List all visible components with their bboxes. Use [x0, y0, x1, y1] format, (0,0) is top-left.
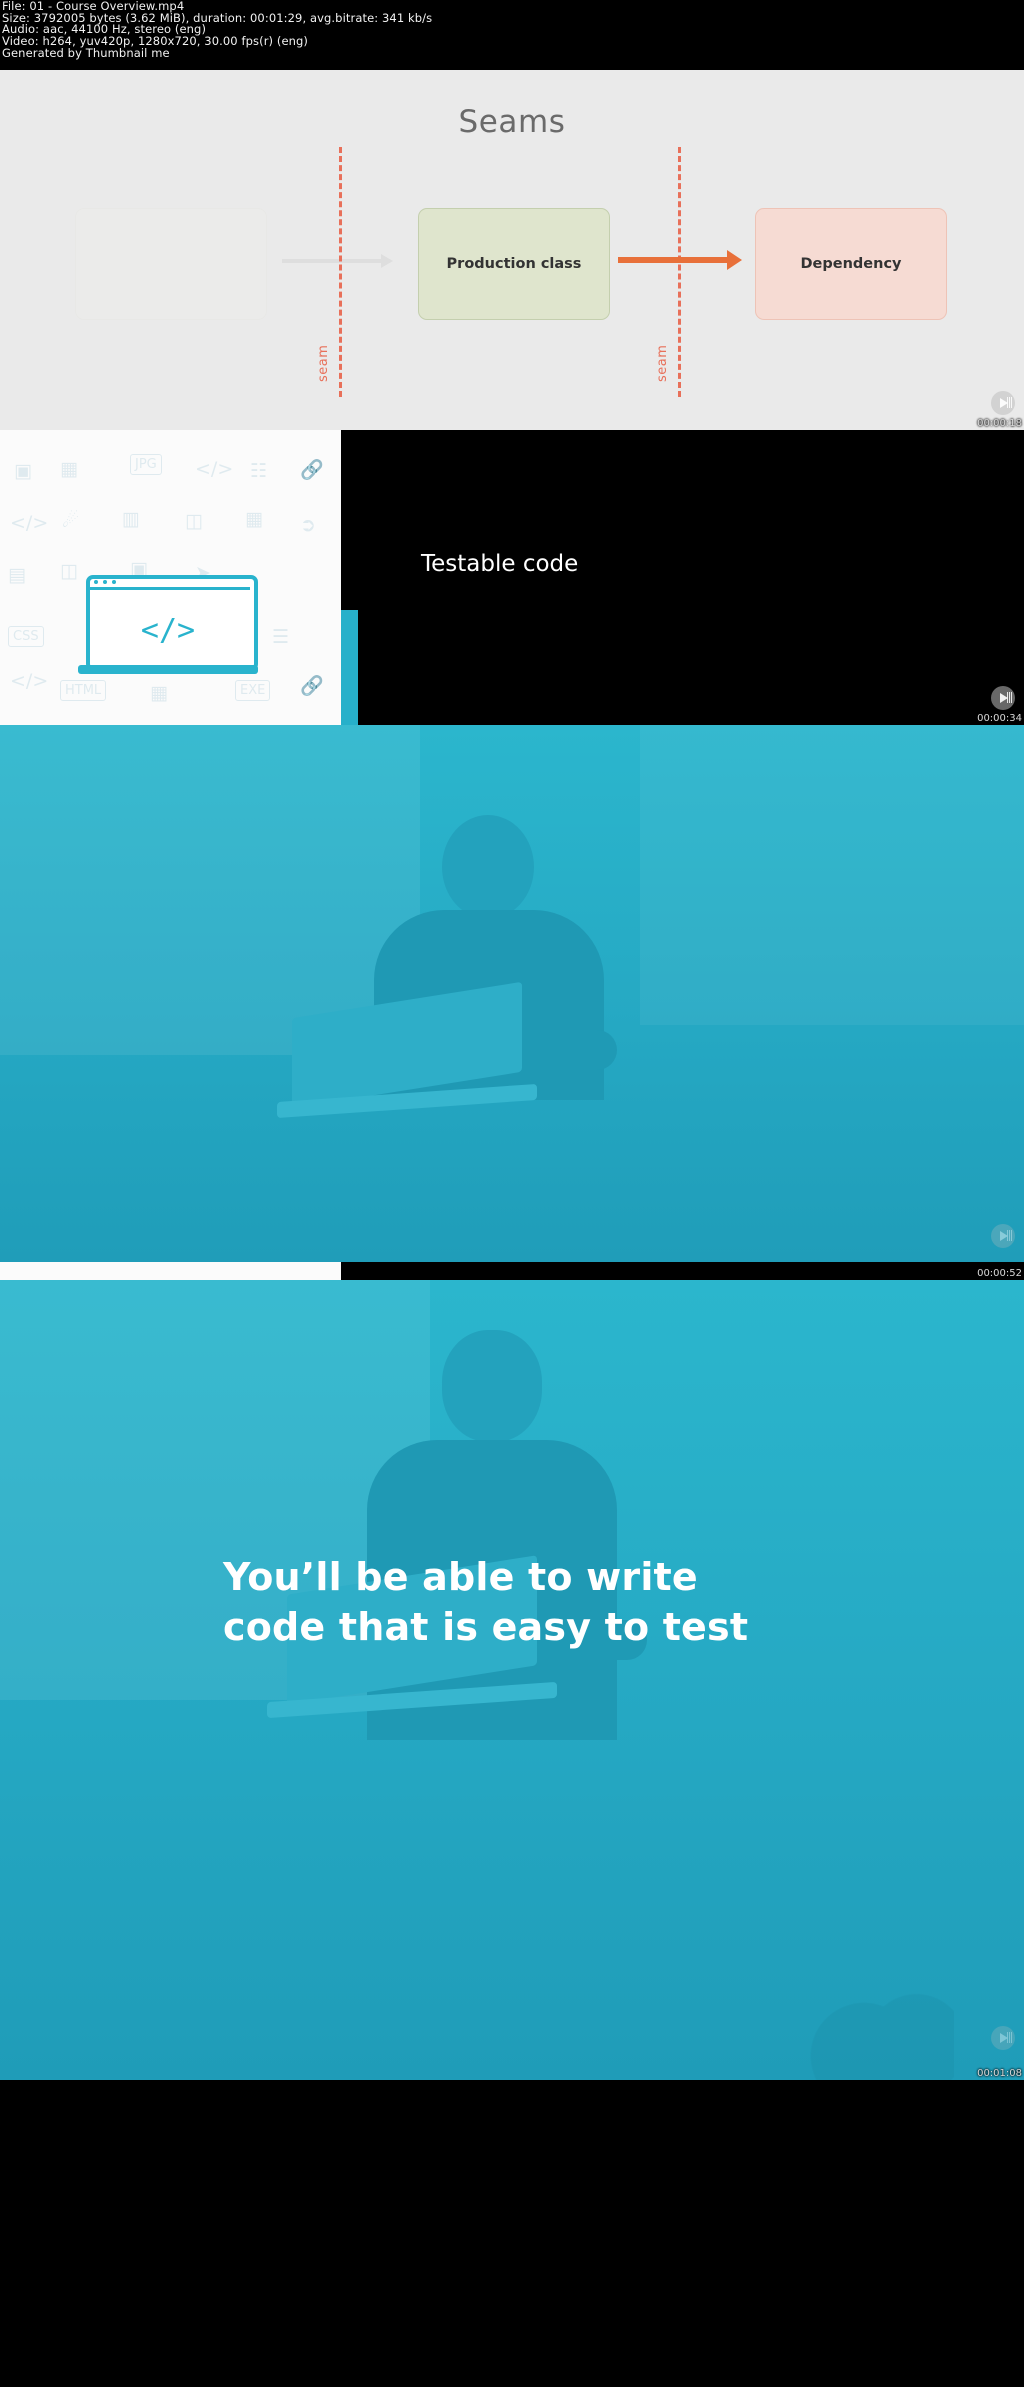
code-glyph: </>: [140, 612, 196, 648]
frame-closing-statement[interactable]: You’ll be able to write code that is eas…: [0, 1280, 1024, 2080]
laptop-code-icon: </>: [78, 575, 258, 685]
frame-icon-pattern[interactable]: ▣ ▦ JPG </> ☷ 🔗 </> ☄ ▥ ◫ ▦ ➲ ▤ ◫ ▣ ➤ CS…: [0, 430, 341, 725]
seam-label-right: seam: [655, 344, 670, 382]
bracket-icon: ▣: [14, 460, 32, 482]
node-dependency-label: Dependency: [800, 256, 902, 272]
frame-seams-diagram[interactable]: Seams seam seam Production class Depende…: [0, 70, 1024, 430]
frame-timestamp: 00:00:52: [977, 1268, 1022, 1279]
frame-row-4: You’ll be able to write code that is eas…: [0, 1280, 1024, 2080]
seam-label-left: seam: [316, 344, 331, 382]
frame-row-1: Seams seam seam Production class Depende…: [0, 70, 1024, 430]
keyboard-icon: ◫: [60, 560, 78, 582]
film-bars-icon: [1007, 2032, 1012, 2043]
database-icon: ☷: [250, 460, 268, 482]
chain-icon: 🔗: [300, 675, 324, 697]
bug-icon: ☄: [62, 510, 80, 532]
window-dot-3-icon: [112, 580, 116, 584]
server-icon: ◫: [185, 510, 203, 532]
frame-timestamp: 00:00:18: [977, 418, 1022, 429]
person-silhouette: [277, 815, 722, 1280]
caption-line-1: You’ll be able to write: [223, 1555, 698, 1599]
film-icon: ▦: [60, 458, 78, 480]
window-dot-1-icon: [94, 580, 98, 584]
play-badge-icon: [991, 391, 1015, 415]
laptop-titlebar-icon: [86, 575, 250, 590]
film-bars-icon: [1007, 1230, 1012, 1241]
film-bars-icon: [1007, 397, 1012, 408]
frame-timestamp: 00:00:34: [977, 713, 1022, 724]
css-icon: CSS: [8, 626, 44, 647]
node-dependency: Dependency: [755, 208, 947, 320]
frame-timestamp: 00:01:08: [977, 2068, 1022, 2079]
person-silhouette: [267, 1320, 727, 2080]
filmstrip-edge-left: [0, 1262, 341, 1280]
seam-line-right: [678, 147, 681, 397]
frame-row-3: 00:00:52: [0, 725, 1024, 1280]
window-dot-2-icon: [103, 580, 107, 584]
cursor-icon-1: ➲: [300, 514, 316, 536]
laptop-base-icon: [78, 665, 258, 674]
code-icon-2: </>: [10, 512, 49, 534]
node-production-class: Production class: [418, 208, 610, 320]
layout-icon: ▤: [8, 564, 26, 586]
video-metadata-header: File: 01 - Course Overview.mp4 Size: 379…: [0, 0, 1024, 70]
wall-icon: ▥: [122, 508, 140, 530]
frame-row-2: ▣ ▦ JPG </> ☷ 🔗 </> ☄ ▥ ◫ ▦ ➲ ▤ ◫ ▣ ➤ CS…: [0, 430, 1024, 830]
play-badge-icon: [991, 686, 1015, 710]
code-icon-1: </>: [195, 458, 234, 480]
slide-title: Seams: [458, 104, 566, 140]
document-icon: ☰: [272, 626, 290, 648]
person-head: [442, 815, 534, 919]
dependency-arrow-icon: [618, 250, 742, 270]
closing-caption: You’ll be able to write code that is eas…: [223, 1552, 903, 1652]
caption-line-2: code that is easy to test: [223, 1605, 749, 1650]
metadata-generator-line: Generated by Thumbnail me: [2, 45, 170, 60]
code-icon-3: </>: [10, 670, 49, 692]
filmstrip-edge-right: [341, 1262, 1024, 1280]
thumbnail-contact-sheet: File: 01 - Course Overview.mp4 Size: 379…: [0, 0, 1024, 2387]
node-production-class-label: Production class: [446, 256, 582, 272]
jpg-icon: JPG: [130, 454, 162, 475]
frame-testable-code[interactable]: Testable code 00:00:34: [341, 430, 1024, 725]
film-bars-icon: [1007, 692, 1012, 703]
person-head: [442, 1330, 542, 1442]
ghost-node: [75, 208, 267, 320]
blocks-icon: ▦: [150, 682, 168, 704]
grid-icon: ▦: [245, 508, 263, 530]
ghost-arrow-icon: [282, 254, 393, 268]
plant-decoration: [704, 1930, 964, 2080]
play-badge-icon: [991, 2026, 1015, 2050]
frame-developer-photo[interactable]: 00:00:52: [0, 725, 1024, 1280]
link-icon: 🔗: [300, 459, 324, 481]
play-badge-icon: [991, 1224, 1015, 1248]
testable-code-heading: Testable code: [421, 551, 579, 577]
seam-line-left: [339, 147, 342, 397]
